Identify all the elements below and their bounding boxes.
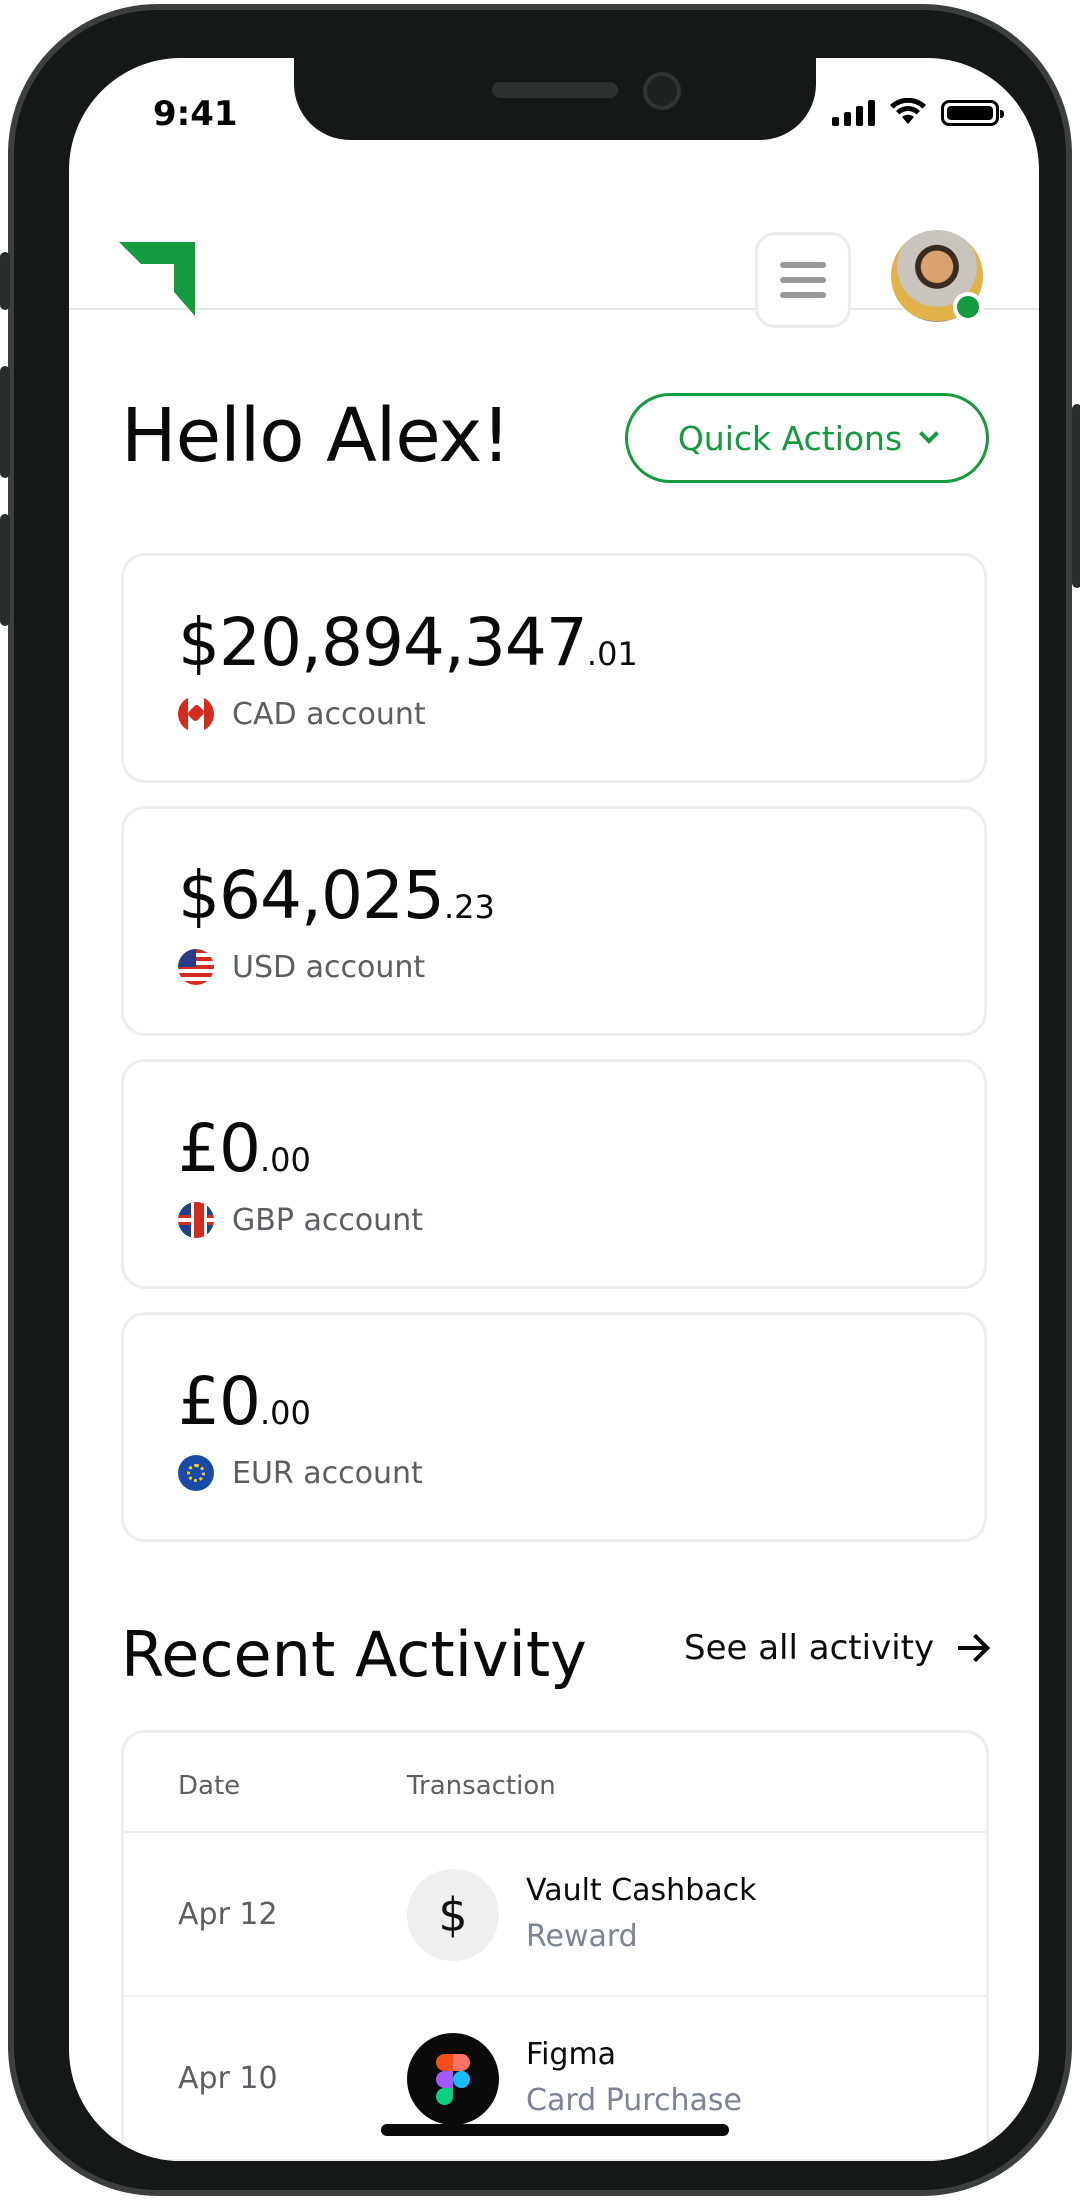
battery-icon	[941, 100, 1004, 126]
account-balance: £0.00	[178, 1363, 311, 1440]
account-label: CAD account	[232, 696, 426, 732]
mute-switch	[0, 252, 10, 310]
account-card-cad[interactable]: $20,894,347.01 CAD account	[121, 553, 987, 783]
hamburger-icon	[780, 262, 826, 268]
quick-actions-button[interactable]: Quick Actions	[625, 393, 989, 483]
phone-frame: 9:41 Hello Alex! Quick Actions $20,894,3…	[0, 4, 1080, 2196]
column-header-transaction: Transaction	[407, 1771, 556, 1801]
account-card-eur[interactable]: £0.00 EUR account	[121, 1312, 987, 1542]
transaction-name: Vault Cashback	[526, 1873, 757, 1908]
chevron-down-icon	[919, 424, 940, 444]
account-balance: £0.00	[178, 1110, 311, 1187]
online-status-badge	[953, 292, 983, 322]
notch	[294, 58, 816, 140]
transaction-date: Apr 10	[178, 2061, 278, 2096]
account-balance: $64,025.23	[178, 857, 495, 934]
volume-down-button	[0, 514, 10, 626]
table-row[interactable]: Apr 12 $ Vault Cashback Reward	[124, 1833, 986, 1997]
account-label: EUR account	[232, 1455, 423, 1491]
home-indicator[interactable]	[381, 2124, 729, 2136]
figma-icon	[407, 2033, 499, 2125]
app-logo[interactable]	[119, 242, 195, 316]
account-label: USD account	[232, 949, 426, 985]
transaction-type: Reward	[526, 1919, 638, 1954]
front-camera	[643, 72, 681, 110]
screen: 9:41 Hello Alex! Quick Actions $20,894,3…	[69, 58, 1039, 2161]
account-card-gbp[interactable]: £0.00 GBP account	[121, 1059, 987, 1289]
uk-flag-icon	[178, 1202, 214, 1238]
arrow-right-icon	[958, 1646, 987, 1650]
see-all-label: See all activity	[684, 1628, 935, 1668]
account-card-usd[interactable]: $64,025.23 USD account	[121, 806, 987, 1036]
eu-flag-icon	[178, 1455, 214, 1491]
quick-actions-label: Quick Actions	[677, 418, 903, 458]
power-button	[1072, 404, 1080, 588]
column-header-date: Date	[178, 1771, 241, 1801]
menu-button[interactable]	[755, 232, 851, 328]
account-balance: $20,894,347.01	[178, 604, 638, 681]
table-row[interactable]: Apr 10 Figma Card Purchase	[124, 1997, 986, 2161]
status-time: 9:41	[153, 94, 238, 134]
greeting-title: Hello Alex!	[121, 393, 511, 479]
canada-flag-icon	[178, 696, 214, 732]
status-icons	[832, 98, 1004, 126]
app-header	[69, 178, 1039, 328]
transaction-type: Card Purchase	[526, 2083, 742, 2118]
us-flag-icon	[178, 949, 214, 985]
dollar-icon: $	[407, 1869, 499, 1961]
transaction-date: Apr 12	[178, 1897, 278, 1932]
speaker	[492, 82, 618, 98]
see-all-activity-link[interactable]: See all activity	[684, 1628, 987, 1668]
activity-table: Date Transaction Apr 12 $ Vault Cashback…	[121, 1730, 989, 2161]
cellular-signal-icon	[832, 100, 875, 126]
recent-activity-title: Recent Activity	[121, 1618, 587, 1691]
wifi-icon	[890, 98, 926, 124]
account-label: GBP account	[232, 1202, 423, 1238]
table-header: Date Transaction	[124, 1733, 986, 1833]
transaction-name: Figma	[526, 2037, 617, 2072]
volume-up-button	[0, 366, 10, 478]
